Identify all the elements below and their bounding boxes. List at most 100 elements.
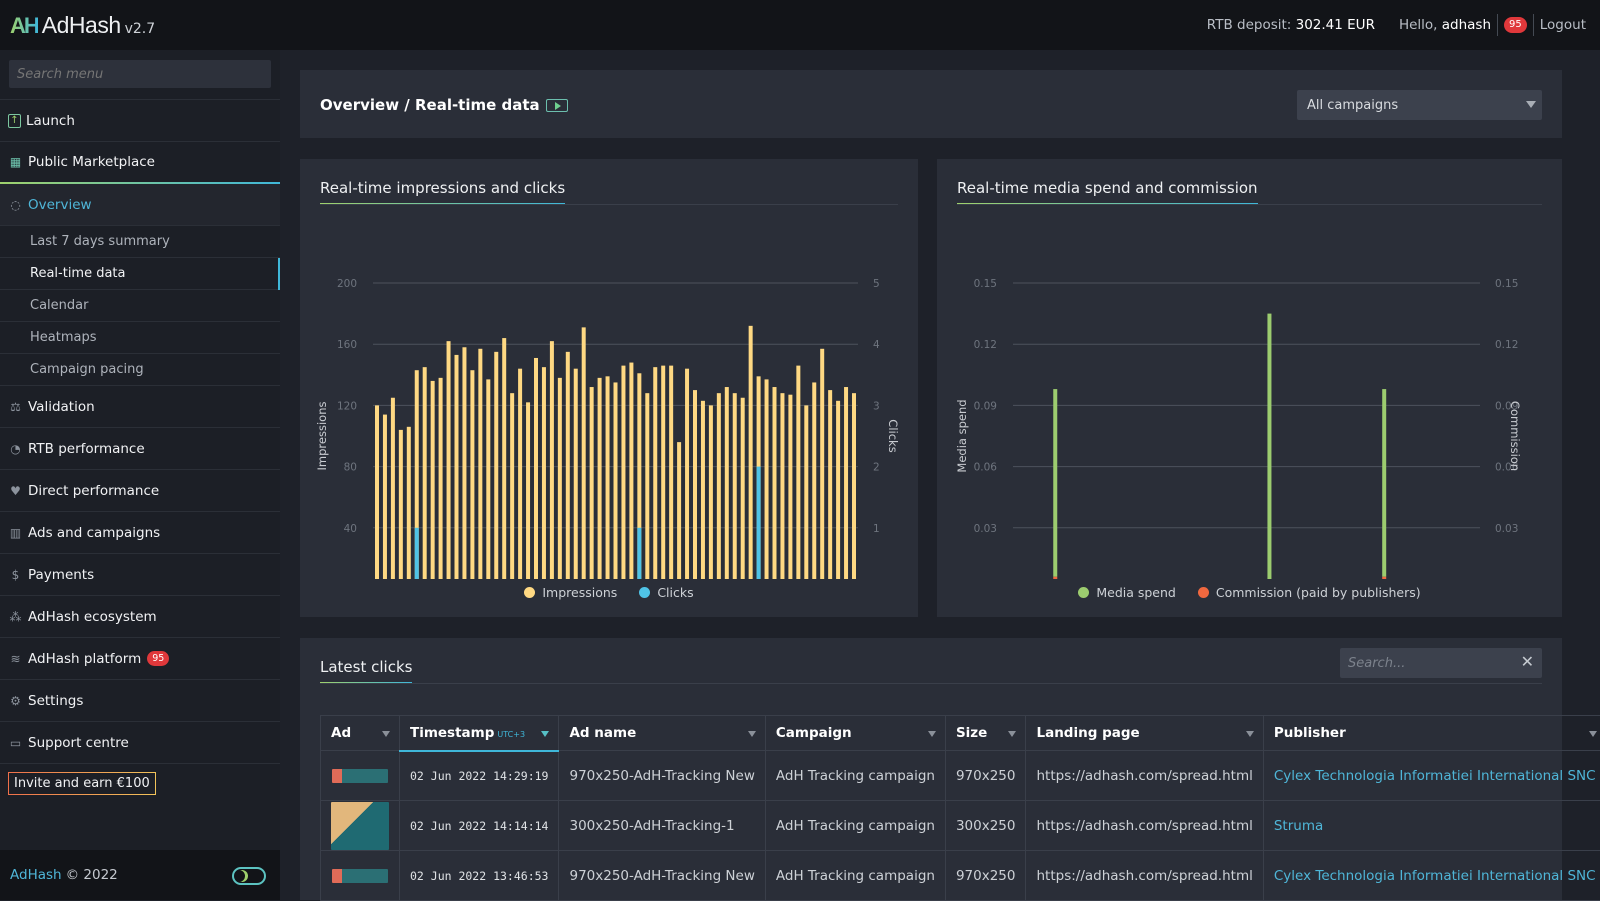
- notifications-badge[interactable]: 95: [1504, 17, 1527, 33]
- theme-toggle[interactable]: [232, 867, 266, 885]
- y-tick-label: 40: [344, 523, 357, 535]
- search-placeholder: Search...: [1348, 656, 1405, 671]
- impressions-bar: [518, 369, 522, 579]
- sidebar-nav: ↑Launch ▦Public Marketplace ◌Overview La…: [0, 99, 280, 764]
- sidebar-item-label: Payments: [28, 567, 94, 583]
- y-tick-label: 0.12: [974, 339, 997, 351]
- impressions-bar: [407, 427, 411, 579]
- y2-tick-label: 3: [873, 400, 880, 412]
- divider: [1497, 14, 1498, 36]
- table-search-input[interactable]: Search... ✕: [1340, 648, 1542, 678]
- sidebar-item-adhash-platform[interactable]: ≋AdHash platform95: [0, 638, 280, 680]
- publisher-link[interactable]: Cylex Technologia Informatiei Internatio…: [1263, 851, 1600, 901]
- sidebar-footer: AdHash © 2022: [0, 850, 280, 900]
- sidebar-item-direct-performance[interactable]: ♥Direct performance: [0, 470, 280, 512]
- filter-icon[interactable]: [1246, 731, 1254, 737]
- logo[interactable]: AH AdHash v2.7: [10, 12, 155, 39]
- layout-icon: ▥: [8, 525, 23, 540]
- y-tick-label: 160: [337, 339, 357, 351]
- main-content: Overview / Real-time data All campaigns …: [280, 50, 1600, 900]
- impressions-bar: [510, 393, 514, 579]
- filter-icon[interactable]: [1008, 731, 1016, 737]
- ad-thumbnail[interactable]: [332, 869, 388, 883]
- column-header-timestamp[interactable]: TimestampUTC+3: [400, 716, 559, 751]
- timestamp-cell: 02 Jun 2022 13:46:53: [400, 851, 559, 901]
- commission-bar: [1053, 577, 1057, 579]
- footer-brand-link[interactable]: AdHash: [10, 867, 62, 883]
- close-icon[interactable]: ✕: [1521, 652, 1534, 671]
- column-header-publisher[interactable]: Publisher: [1263, 716, 1600, 751]
- sidebar-subitem-last-7-days[interactable]: Last 7 days summary: [0, 226, 280, 258]
- ad-thumbnail-cell[interactable]: [321, 751, 400, 801]
- sidebar-subitem-campaign-pacing[interactable]: Campaign pacing: [0, 354, 280, 386]
- impressions-bar: [741, 398, 745, 579]
- column-header-ad[interactable]: Ad: [321, 716, 400, 751]
- invite-button[interactable]: Invite and earn €100: [8, 772, 156, 795]
- sidebar-subitem-calendar[interactable]: Calendar: [0, 290, 280, 322]
- sidebar-item-validation[interactable]: ⚖Validation: [0, 386, 280, 428]
- sidebar-item-launch[interactable]: ↑Launch: [0, 100, 280, 142]
- filter-icon[interactable]: [1589, 731, 1597, 737]
- sidebar-item-payments[interactable]: $Payments: [0, 554, 280, 596]
- rtb-deposit-label: RTB deposit:: [1207, 17, 1292, 33]
- media-spend-bar: [1382, 389, 1386, 577]
- sidebar-item-adhash-ecosystem[interactable]: ⁂AdHash ecosystem: [0, 596, 280, 638]
- ad-thumbnail[interactable]: [331, 802, 389, 850]
- rtb-deposit: RTB deposit: 302.41 EUR: [1207, 17, 1375, 33]
- impressions-bar: [796, 366, 800, 579]
- play-icon[interactable]: [546, 99, 568, 112]
- sidebar-item-ads-and-campaigns[interactable]: ▥ Ads and campaigns: [0, 512, 280, 554]
- filter-icon[interactable]: [748, 731, 756, 737]
- column-header-ad-name[interactable]: Ad name: [559, 716, 765, 751]
- impressions-bar: [844, 387, 848, 579]
- impressions-bar: [582, 327, 586, 579]
- sidebar-item-support-centre[interactable]: ▭Support centre: [0, 722, 280, 764]
- publisher-link[interactable]: Cylex Technologia Informatiei Internatio…: [1263, 751, 1600, 801]
- filter-icon[interactable]: [382, 731, 390, 737]
- sidebar-item-rtb-performance[interactable]: ◔RTB performance: [0, 428, 280, 470]
- impressions-bar: [749, 326, 753, 579]
- campaign-cell: AdH Tracking campaign: [765, 851, 945, 901]
- ad-thumbnail-cell[interactable]: [321, 851, 400, 901]
- sidebar-subitem-real-time-data[interactable]: Real-time data: [0, 258, 280, 290]
- ad-thumbnail[interactable]: [332, 769, 388, 783]
- column-label: Campaign: [776, 725, 852, 741]
- y2-tick-label: 4: [873, 339, 880, 351]
- sidebar-item-label: AdHash platform: [28, 651, 141, 667]
- y2-tick-label: 1: [873, 523, 880, 535]
- campaign-cell: AdH Tracking campaign: [765, 751, 945, 801]
- campaign-select[interactable]: All campaigns: [1297, 90, 1542, 120]
- column-header-size[interactable]: Size: [945, 716, 1026, 751]
- search-menu-input[interactable]: [9, 60, 271, 88]
- legend-clicks[interactable]: Clicks: [639, 585, 693, 600]
- column-label: Size: [956, 725, 987, 741]
- impressions-bar: [486, 379, 490, 579]
- sidebar-item-label: Ads and campaigns: [28, 525, 160, 541]
- divider: [1533, 14, 1534, 36]
- impressions-bar: [836, 401, 840, 579]
- impressions-bar: [502, 338, 506, 579]
- column-header-campaign[interactable]: Campaign: [765, 716, 945, 751]
- filter-icon[interactable]: [928, 731, 936, 737]
- impressions-bar: [534, 358, 538, 579]
- legend-impressions[interactable]: Impressions: [524, 585, 617, 600]
- y-tick-label: 0.03: [974, 523, 997, 535]
- legend-commission[interactable]: Commission (paid by publishers): [1198, 585, 1421, 600]
- table-row[interactable]: 02 Jun 2022 14:29:19 970x250-AdH-Trackin…: [321, 751, 1600, 801]
- table-title: Latest clicks: [320, 658, 412, 684]
- column-header-landing-page[interactable]: Landing page: [1026, 716, 1263, 751]
- sidebar-item-public-marketplace[interactable]: ▦Public Marketplace: [0, 142, 280, 184]
- logout-link[interactable]: Logout: [1540, 17, 1586, 33]
- column-label: Ad name: [569, 725, 636, 741]
- legend-label: Media spend: [1096, 585, 1176, 600]
- sidebar-item-overview[interactable]: ◌Overview: [0, 184, 280, 226]
- sidebar-item-settings[interactable]: ⚙Settings: [0, 680, 280, 722]
- scales-icon: ⚖: [8, 399, 23, 414]
- ad-thumbnail-cell[interactable]: [321, 801, 400, 851]
- legend-media-spend[interactable]: Media spend: [1078, 585, 1176, 600]
- sidebar-subitem-heatmaps[interactable]: Heatmaps: [0, 322, 280, 354]
- table-row[interactable]: 02 Jun 2022 14:14:14 300x250-AdH-Trackin…: [321, 801, 1600, 851]
- sort-icon[interactable]: [541, 731, 549, 737]
- table-row[interactable]: 02 Jun 2022 13:46:53 970x250-AdH-Trackin…: [321, 851, 1600, 901]
- publisher-link[interactable]: Struma: [1263, 801, 1600, 851]
